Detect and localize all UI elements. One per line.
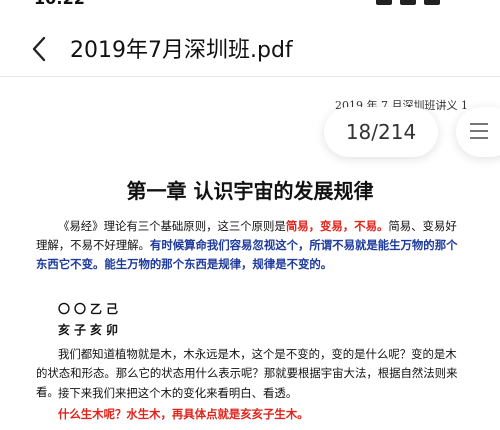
- document-title: 2019年7月深圳班.pdf: [70, 38, 293, 63]
- chevron-left-icon: [32, 36, 46, 62]
- paragraph-1-text: 《易经》理论有三个基础原则，这三个原则是: [58, 219, 286, 233]
- status-time: 10:22: [34, 0, 85, 8]
- app-header: 2019年7月深圳班.pdf: [0, 22, 500, 74]
- menu-button[interactable]: [456, 107, 500, 157]
- menu-lines-icon: [470, 123, 488, 144]
- heavenly-stems-row: 〇〇乙己: [58, 302, 123, 316]
- signal-icon: [376, 0, 392, 5]
- paragraph-4: 什么生木呢？水生木，再具体点就是亥亥子生木。: [58, 407, 309, 421]
- pdf-page[interactable]: 2019 年 7 月深圳班讲义 1 18/214 第一章 认识宇宙的发展规律 《…: [0, 77, 500, 430]
- battery-icon: [424, 0, 440, 5]
- system-icons: [376, 0, 440, 5]
- back-button[interactable]: [22, 28, 62, 68]
- highlight-red-text: 简易，变易，不易。: [285, 219, 389, 233]
- status-bar: 10:22: [0, 0, 500, 8]
- page-indicator[interactable]: 18/214: [324, 107, 438, 157]
- chapter-title: 第一章 认识宇宙的发展规律: [126, 179, 374, 203]
- earthly-branches-row: 亥子亥卯: [58, 323, 123, 337]
- paragraph-1: 《易经》理论有三个基础原则，这三个原则是简易，变易，不易。简易、变易好理解，不易…: [36, 217, 464, 274]
- paragraph-3: 接下来我们来把这个木的变化来看明白、看透。: [58, 386, 298, 400]
- wifi-icon: [400, 0, 416, 5]
